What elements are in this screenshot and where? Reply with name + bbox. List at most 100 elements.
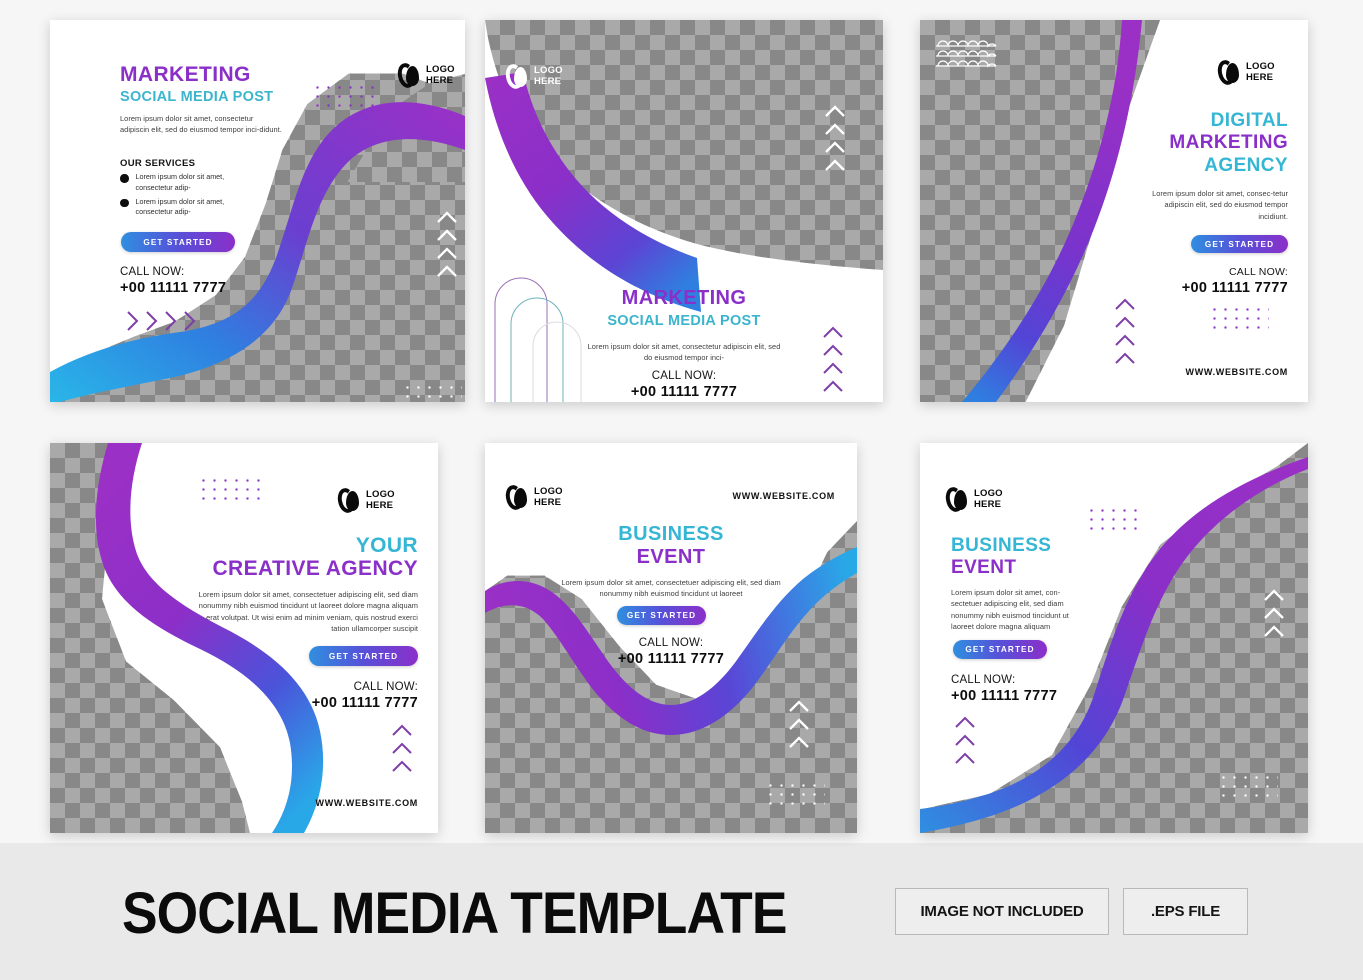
call-now-label: CALL NOW: [1229, 266, 1288, 278]
logo-line-1: LOGO [426, 64, 455, 76]
logo-line-2: HERE [534, 496, 562, 508]
chevron-up-icon-group-white [787, 697, 811, 751]
logo-text: LOGO HERE [426, 64, 455, 86]
phone-number: +00 11111 7777 [120, 280, 227, 296]
logo-line-1: LOGO [974, 488, 1003, 500]
card-title-line-2: EVENT [951, 557, 1017, 578]
card-business-event-center[interactable]: LOGO HERE WWW.WEBSITE.COM BUSINESS EVENT… [485, 443, 857, 833]
logo-text: LOGO HERE [534, 486, 563, 508]
card-digital-marketing-agency[interactable]: LOGO HERE DIGITAL MARKETING AGENCY Lorem… [920, 20, 1308, 402]
logo-line-2: HERE [534, 75, 562, 87]
dot-grid-decoration-white [1218, 773, 1278, 803]
logo-text: LOGO HERE [1246, 61, 1275, 83]
card-business-event-right[interactable]: LOGO HERE BUSINESS EVENT Lorem ipsum dol… [920, 443, 1308, 833]
logo-text: LOGO HERE [366, 489, 395, 511]
logo: LOGO HERE [503, 62, 563, 91]
services-list: Lorem ipsum dolor sit amet, consectetur … [120, 172, 250, 221]
card-title-line-1: YOUR [355, 534, 418, 557]
dot-grid-decoration [198, 476, 262, 506]
chevron-up-icon-group-purple [821, 323, 845, 395]
card-title-primary: MARKETING [120, 63, 251, 86]
chevron-up-icon-group-purple [953, 713, 977, 767]
logo-line-2: HERE [426, 74, 454, 86]
phone-number: +00 11111 7777 [951, 688, 1058, 704]
get-started-button[interactable]: GET STARTED [953, 640, 1047, 659]
call-now-label: CALL NOW: [638, 637, 704, 649]
logo: LOGO HERE [395, 61, 455, 90]
logo-line-2: HERE [366, 499, 394, 511]
card-marketing-social-media-post[interactable]: LOGO HERE MARKETING SOCIAL MEDIA POST Lo… [50, 20, 465, 402]
card-your-creative-agency[interactable]: LOGO HERE YOUR CREATIVE AGENCY Lorem ips… [50, 443, 438, 833]
card-paragraph: Lorem ipsum dolor sit amet, consectetur … [120, 114, 282, 135]
logo-text: LOGO HERE [534, 65, 563, 87]
services-heading: OUR SERVICES [120, 158, 196, 169]
logo-icon [335, 486, 361, 515]
card-title-line-3: AGENCY [1204, 155, 1288, 176]
card-title-primary: MARKETING [621, 287, 747, 309]
bullet-icon [120, 198, 129, 208]
card-title-line-2: CREATIVE AGENCY [212, 557, 418, 580]
card-title-line-1: BUSINESS [951, 535, 1052, 556]
website-label: WWW.WEBSITE.COM [732, 491, 835, 501]
logo-line-1: LOGO [534, 486, 563, 498]
card-paragraph: Lorem ipsum dolor sit amet, consectetur … [587, 342, 781, 363]
dot-grid-decoration [1086, 506, 1142, 530]
dot-grid-decoration [1209, 305, 1269, 335]
card-title-line-2: MARKETING [1169, 132, 1288, 153]
call-now-label: CALL NOW: [951, 674, 1016, 686]
badge-image-not-included: IMAGE NOT INCLUDED [895, 888, 1109, 935]
logo-text: LOGO HERE [974, 488, 1003, 510]
card-title-line-2: EVENT [636, 546, 706, 568]
logo: LOGO HERE [943, 485, 1003, 514]
get-started-button[interactable]: GET STARTED [617, 606, 706, 625]
list-item: Lorem ipsum dolor sit amet, consectetur … [120, 197, 250, 219]
chevron-up-icon-group-purple [1113, 295, 1137, 367]
logo-line-1: LOGO [1246, 61, 1275, 73]
chevron-up-icon-group-white [1262, 586, 1286, 640]
badge-eps-file: .EPS FILE [1123, 888, 1248, 935]
get-started-button[interactable]: GET STARTED [121, 232, 235, 252]
page-title: SOCIAL MEDIA TEMPLATE [122, 881, 787, 946]
list-item: Lorem ipsum dolor sit amet, consectetur … [120, 172, 250, 194]
logo-icon [503, 62, 529, 91]
card-title-secondary: SOCIAL MEDIA POST [120, 89, 274, 105]
dot-grid-decoration-white [402, 383, 462, 402]
call-now-label: CALL NOW: [120, 266, 185, 278]
logo-icon [503, 483, 529, 512]
website-label: WWW.WEBSITE.COM [315, 798, 418, 808]
logo-line-2: HERE [1246, 71, 1274, 83]
phone-number: +00 11111 7777 [1181, 280, 1288, 296]
card-marketing-social-media-post-2[interactable]: LOGO HERE MARKETING SOCIAL MEDIA POST Lo… [485, 20, 883, 402]
logo: LOGO HERE [1215, 58, 1275, 87]
list-item-label: Lorem ipsum dolor sit amet, consectetur … [135, 172, 225, 192]
dot-grid-decoration-white [765, 781, 825, 811]
card-title-line-1: BUSINESS [618, 523, 724, 545]
card-paragraph: Lorem ipsum dolor sit amet, con-sectetue… [951, 588, 1069, 632]
logo-line-2: HERE [974, 498, 1002, 510]
website-label: WWW.WEBSITE.COM [1185, 367, 1288, 377]
card-paragraph: Lorem ipsum dolor sit amet, consectetuer… [561, 578, 781, 599]
card-title-line-1: DIGITAL [1210, 110, 1288, 131]
card-paragraph: Lorem ipsum dolor sit amet, consec-tetur… [1152, 189, 1288, 221]
logo-icon [943, 485, 969, 514]
chevron-up-icon-group-purple [390, 721, 414, 775]
get-started-button[interactable]: GET STARTED [309, 646, 418, 666]
dot-grid-decoration [312, 83, 376, 113]
logo-icon [395, 61, 421, 90]
logo-icon [1215, 58, 1241, 87]
scallop-pattern-decoration [936, 40, 997, 68]
logo-line-1: LOGO [366, 489, 395, 501]
call-now-label: CALL NOW: [353, 681, 418, 693]
get-started-button[interactable]: GET STARTED [1191, 235, 1288, 253]
phone-number: +00 11111 7777 [617, 651, 725, 667]
bullet-icon [120, 174, 129, 183]
logo-line-1: LOGO [534, 65, 563, 77]
logo: LOGO HERE [503, 483, 563, 512]
card-paragraph: Lorem ipsum dolor sit amet, consectetuer… [198, 590, 418, 634]
phone-number: +00 11111 7777 [311, 695, 418, 711]
list-item-label: Lorem ipsum dolor sit amet, consectetur … [135, 196, 225, 217]
logo: LOGO HERE [335, 486, 395, 515]
poster-sheet: LOGO HERE MARKETING SOCIAL MEDIA POST Lo… [0, 0, 1363, 980]
chevron-right-icon-group [123, 308, 199, 334]
chevron-up-icon-group [435, 208, 459, 280]
